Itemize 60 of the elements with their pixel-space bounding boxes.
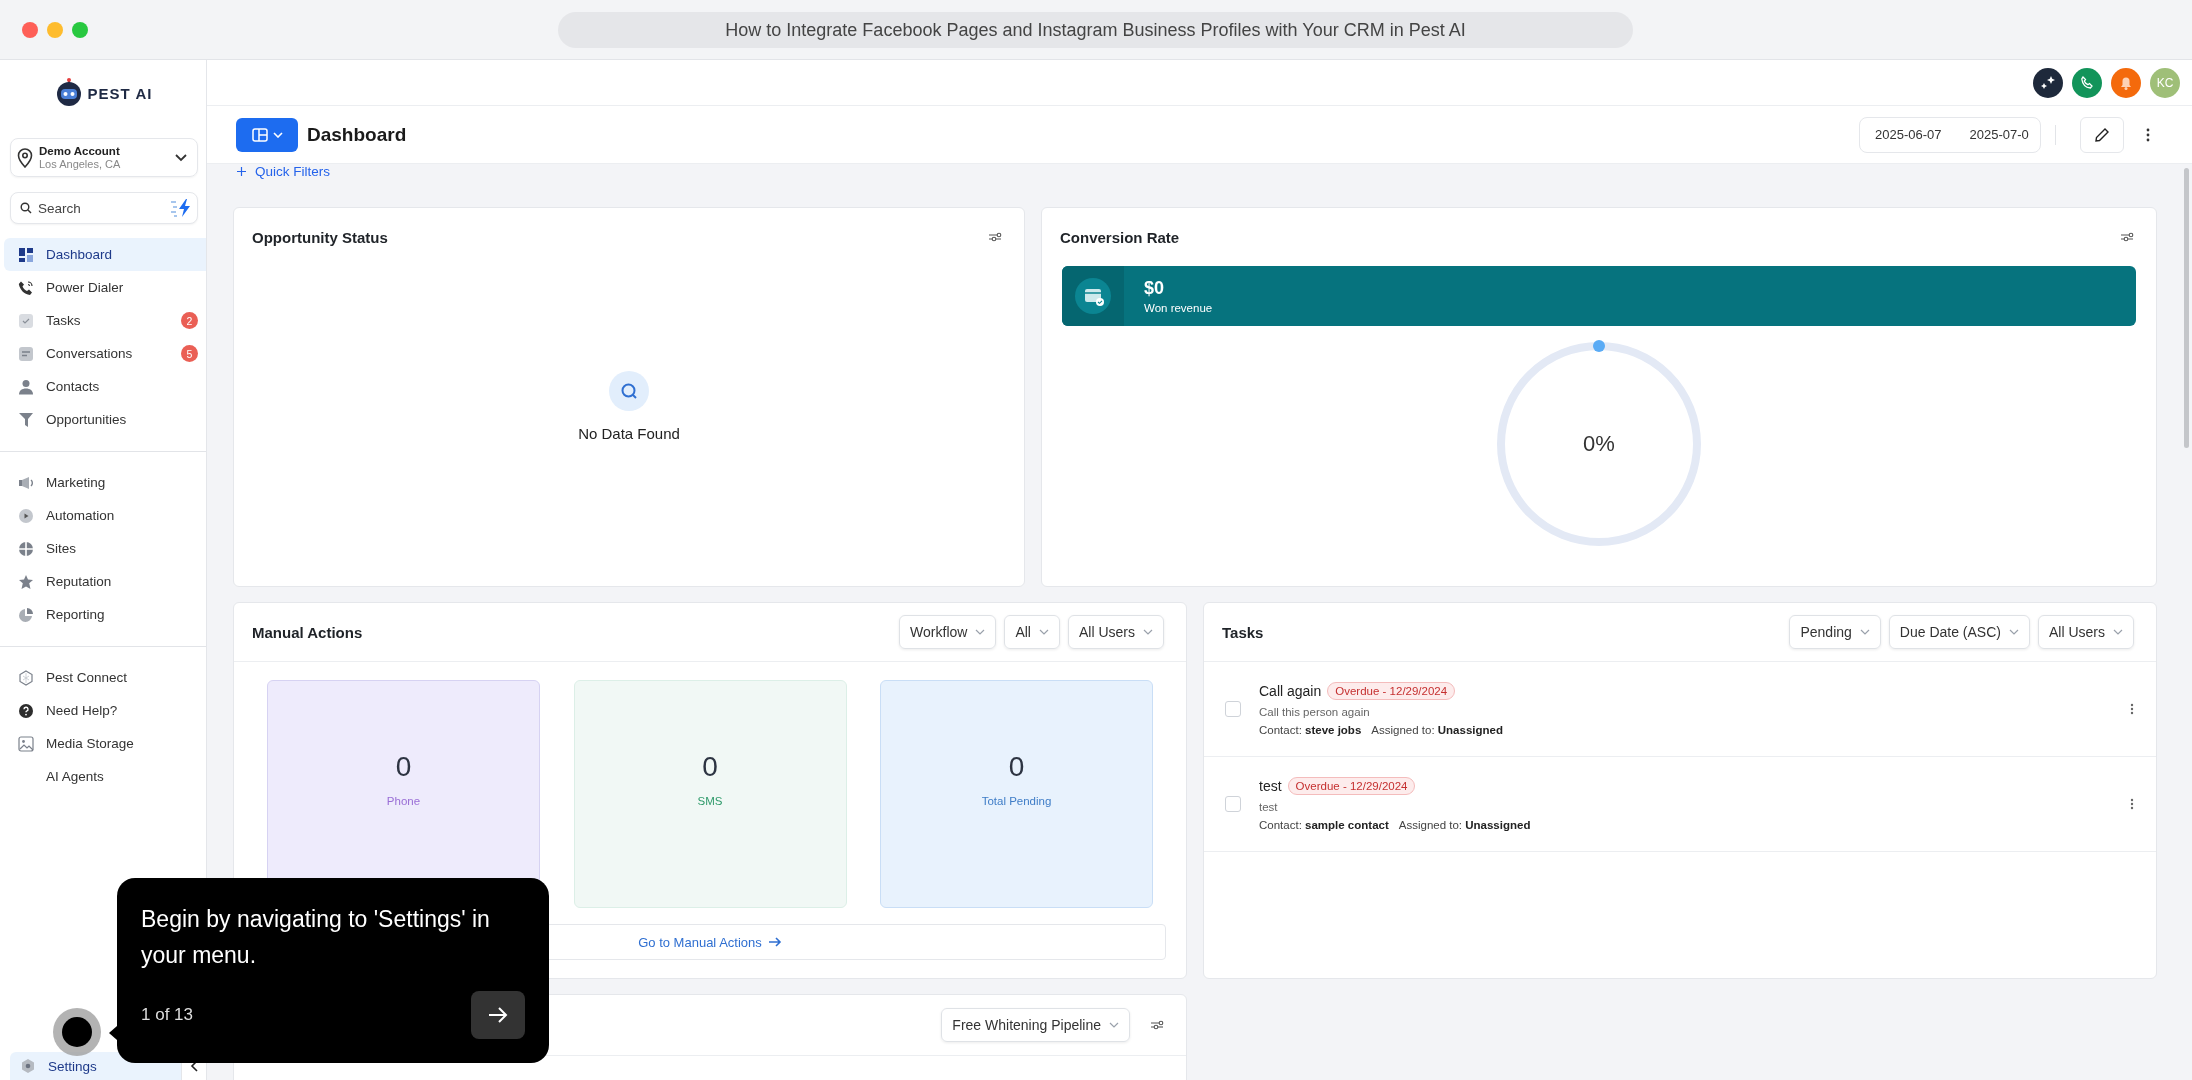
sidebar-item[interactable]: Pest Connect	[4, 661, 206, 694]
page-title: How to Integrate Facebook Pages and Instagram Business Profiles with Your CRM in Pest AI	[558, 12, 1633, 48]
card-title: Conversion Rate	[1060, 228, 1180, 246]
sidebar-item[interactable]: Power Dialer	[4, 271, 206, 304]
sidebar-item[interactable]: Marketing	[4, 466, 206, 499]
filter-dropdown[interactable]: Pending	[1789, 615, 1881, 649]
card-title: Manual Actions	[252, 623, 363, 641]
stat-value: 0	[1008, 751, 1025, 783]
count-badge: 5	[181, 345, 198, 362]
quick-filters-link[interactable]: Quick Filters	[237, 164, 330, 179]
task-title: test	[1259, 778, 1282, 794]
page-heading: Dashboard	[307, 123, 407, 146]
end-date: 2025-07-0	[1969, 127, 2029, 142]
sidebar-item[interactable]: Tasks 2	[4, 304, 206, 337]
sidebar-item[interactable]: Automation	[4, 499, 206, 532]
stat-label: Total Pending	[981, 795, 1052, 807]
task-description: test	[1259, 801, 1279, 813]
step-counter: 1 of 13	[141, 1005, 193, 1025]
stat-label: SMS	[697, 795, 723, 807]
filter-dropdown[interactable]: All	[1004, 615, 1060, 649]
overdue-badge: Overdue - 12/29/2024	[1287, 777, 1416, 795]
sidebar-item[interactable]: Reporting	[4, 598, 206, 631]
task-description: Call this person again	[1259, 706, 1371, 718]
card-title: Tasks	[1222, 623, 1264, 641]
stat-label: Phone	[386, 795, 421, 807]
filter-dropdown[interactable]: Due Date (ASC)	[1888, 615, 2030, 649]
filter-dropdown[interactable]: All Users	[1068, 615, 1164, 649]
account-switcher[interactable]: Demo Account Los Angeles, CA	[10, 138, 198, 177]
sidebar-item[interactable]: Media Storage	[4, 727, 206, 760]
task-title: Call again	[1259, 683, 1322, 699]
overdue-badge: Overdue - 12/29/2024	[1327, 682, 1456, 700]
search-field[interactable]: Search	[10, 192, 198, 224]
logo-text: PEST AI	[87, 84, 153, 102]
date-range-picker[interactable]: 2025-06-07 2025-07-0	[1859, 116, 2041, 153]
sidebar-item[interactable]: Reputation	[4, 565, 206, 598]
stat-value: 0	[395, 751, 412, 783]
empty-state-text: No Data Found	[578, 424, 680, 442]
assignee-text: Assigned to: Unassigned	[1371, 724, 1503, 736]
account-location: Los Angeles, CA	[39, 157, 122, 171]
revenue-value: $0	[1144, 278, 1166, 299]
assignee-text: Assigned to: Unassigned	[1398, 819, 1531, 831]
sidebar-item[interactable]: Need Help?	[4, 694, 206, 727]
sidebar-item[interactable]: Conversations 5	[4, 337, 206, 370]
percentage-value: 0%	[1583, 431, 1615, 457]
sidebar-item[interactable]: Opportunities	[4, 403, 206, 436]
card-title: Opportunity Status	[252, 228, 388, 246]
pipeline-dropdown[interactable]: Free Whitening Pipeline	[941, 1008, 1130, 1042]
sidebar-item[interactable]: Dashboard	[4, 238, 206, 271]
filter-dropdown[interactable]: All Users	[2038, 615, 2134, 649]
contact-text: Contact: sample contact	[1259, 819, 1389, 831]
stat-value: 0	[702, 751, 718, 783]
count-badge: 2	[181, 312, 198, 329]
sidebar-item[interactable]: Contacts	[4, 370, 206, 403]
sidebar-item[interactable]: Sites	[4, 532, 206, 565]
account-name: Demo Account	[39, 144, 121, 158]
filter-dropdown[interactable]: Workflow	[899, 615, 997, 649]
revenue-label: Won revenue	[1144, 302, 1213, 314]
sidebar-item[interactable]: AI Agents	[4, 760, 206, 793]
contact-text: Contact: steve jobs	[1259, 724, 1362, 736]
start-date: 2025-06-07	[1875, 127, 1942, 142]
